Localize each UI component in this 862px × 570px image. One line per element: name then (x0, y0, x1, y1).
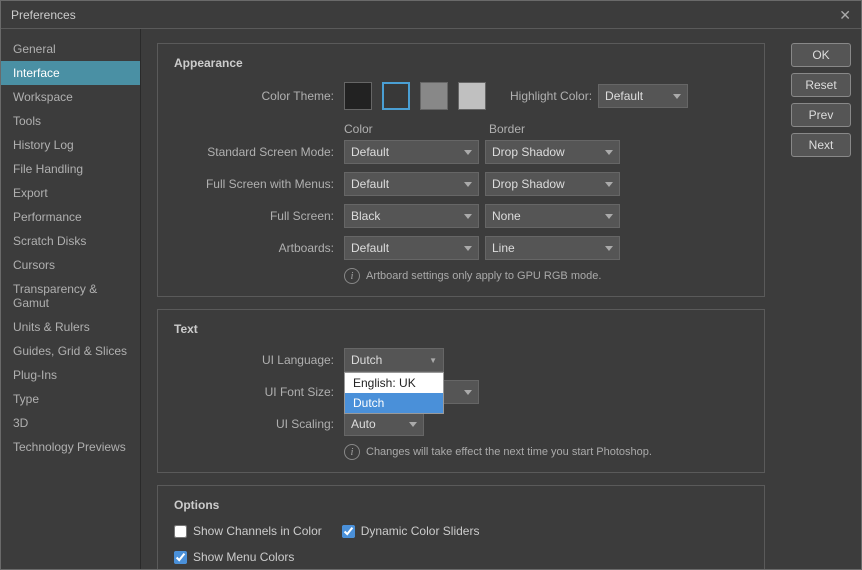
full-screen-row: Full Screen: Black None (174, 204, 748, 228)
full-screen-controls: Black None (344, 204, 620, 228)
text-section: Text UI Language: Dutch ▼ English: UK Du… (157, 309, 765, 473)
full-screen-menus-controls: Default Drop Shadow (344, 172, 620, 196)
artboards-label: Artboards: (174, 241, 344, 255)
title-bar: Preferences ✕ (1, 1, 861, 29)
changes-info-text: Changes will take effect the next time y… (366, 446, 652, 458)
text-section-title: Text (174, 322, 748, 336)
sidebar-item-cursors[interactable]: Cursors (1, 253, 140, 277)
preferences-window: Preferences ✕ General Interface Workspac… (0, 0, 862, 570)
artboard-info-icon: i (344, 268, 360, 284)
standard-screen-controls: Default Drop Shadow (344, 140, 620, 164)
ui-language-dropdown: English: UK Dutch (344, 372, 444, 414)
sidebar-item-performance[interactable]: Performance (1, 205, 140, 229)
changes-info-icon: i (344, 444, 360, 460)
close-button[interactable]: ✕ (839, 8, 851, 22)
sidebar-item-workspace[interactable]: Workspace (1, 85, 140, 109)
ok-button[interactable]: OK (791, 43, 851, 67)
button-panel: OK Reset Prev Next (781, 29, 861, 569)
window-title: Preferences (11, 8, 76, 22)
artboards-color-select[interactable]: Default (344, 236, 479, 260)
artboards-border-select[interactable]: Line (485, 236, 620, 260)
full-screen-color-select[interactable]: Black (344, 204, 479, 228)
options-section: Options Show Channels in Color Dynamic C… (157, 485, 765, 569)
full-screen-label: Full Screen: (174, 209, 344, 223)
full-screen-border-select[interactable]: None (485, 204, 620, 228)
full-screen-menus-row: Full Screen with Menus: Default Drop Sha… (174, 172, 748, 196)
sidebar-item-scratch-disks[interactable]: Scratch Disks (1, 229, 140, 253)
sidebar-item-technology-previews[interactable]: Technology Previews (1, 435, 140, 459)
dynamic-sliders-row: Dynamic Color Sliders (342, 524, 480, 538)
full-screen-menus-border-select[interactable]: Drop Shadow (485, 172, 620, 196)
col-header-color: Color (344, 122, 489, 136)
changes-info-row: i Changes will take effect the next time… (174, 444, 748, 460)
standard-screen-color-select[interactable]: Default (344, 140, 479, 164)
sidebar-item-interface[interactable]: Interface (1, 61, 140, 85)
swatch-black[interactable] (344, 82, 372, 110)
options-group-1: Show Channels in Color Dynamic Color Sli… (174, 524, 748, 544)
appearance-title: Appearance (174, 56, 748, 70)
ui-scaling-row: UI Scaling: Auto (174, 412, 748, 436)
col-header-border: Border (489, 122, 634, 136)
sidebar-item-tools[interactable]: Tools (1, 109, 140, 133)
content-area: General Interface Workspace Tools Histor… (1, 29, 861, 569)
options-section-title: Options (174, 498, 748, 512)
standard-screen-label: Standard Screen Mode: (174, 145, 344, 159)
next-button[interactable]: Next (791, 133, 851, 157)
ui-language-display[interactable]: Dutch ▼ (344, 348, 444, 372)
sidebar-item-general[interactable]: General (1, 37, 140, 61)
full-screen-menus-color-select[interactable]: Default (344, 172, 479, 196)
color-theme-label: Color Theme: (174, 89, 344, 103)
color-theme-swatches (344, 82, 490, 110)
sidebar-item-export[interactable]: Export (1, 181, 140, 205)
sidebar-item-file-handling[interactable]: File Handling (1, 157, 140, 181)
highlight-color-select[interactable]: Default (598, 84, 688, 108)
swatch-medium[interactable] (420, 82, 448, 110)
ui-scaling-label: UI Scaling: (174, 417, 344, 431)
ui-font-size-row: UI Font Size: Small Medium Large (174, 380, 748, 404)
lang-option-english[interactable]: English: UK (345, 373, 443, 393)
show-channels-label[interactable]: Show Channels in Color (193, 524, 322, 538)
reset-button[interactable]: Reset (791, 73, 851, 97)
show-menu-colors-label[interactable]: Show Menu Colors (193, 550, 294, 564)
ui-font-size-label: UI Font Size: (174, 385, 344, 399)
ui-scaling-select[interactable]: Auto (344, 412, 424, 436)
highlight-color-label: Highlight Color: (510, 89, 598, 103)
appearance-section: Appearance Color Theme: Highlight Color:… (157, 43, 765, 297)
main-content: Appearance Color Theme: Highlight Color:… (141, 29, 781, 569)
sidebar-item-guides-grid-slices[interactable]: Guides, Grid & Slices (1, 339, 140, 363)
swatch-light[interactable] (458, 82, 486, 110)
ui-language-label: UI Language: (174, 353, 344, 367)
sidebar: General Interface Workspace Tools Histor… (1, 29, 141, 569)
show-menu-colors-row: Show Menu Colors (174, 550, 748, 564)
dynamic-sliders-checkbox[interactable] (342, 525, 355, 538)
standard-screen-border-select[interactable]: Drop Shadow (485, 140, 620, 164)
artboards-row: Artboards: Default Line (174, 236, 748, 260)
sidebar-item-units-rulers[interactable]: Units & Rulers (1, 315, 140, 339)
sidebar-item-3d[interactable]: 3D (1, 411, 140, 435)
full-screen-menus-label: Full Screen with Menus: (174, 177, 344, 191)
ui-language-control: Dutch ▼ English: UK Dutch (344, 348, 444, 372)
artboards-controls: Default Line (344, 236, 620, 260)
prev-button[interactable]: Prev (791, 103, 851, 127)
sidebar-item-plug-ins[interactable]: Plug-Ins (1, 363, 140, 387)
ui-language-row: UI Language: Dutch ▼ English: UK Dutch (174, 348, 748, 372)
show-channels-row: Show Channels in Color (174, 524, 322, 538)
ui-scaling-control: Auto (344, 412, 424, 436)
show-channels-checkbox[interactable] (174, 525, 187, 538)
color-theme-row: Color Theme: Highlight Color: Default (174, 82, 748, 110)
dynamic-sliders-label[interactable]: Dynamic Color Sliders (361, 524, 480, 538)
standard-screen-row: Standard Screen Mode: Default Drop Shado… (174, 140, 748, 164)
ui-language-value: Dutch (351, 353, 382, 367)
swatch-dark[interactable] (382, 82, 410, 110)
sidebar-item-history-log[interactable]: History Log (1, 133, 140, 157)
show-menu-colors-checkbox[interactable] (174, 551, 187, 564)
lang-chevron-icon: ▼ (429, 356, 437, 365)
column-headers: Color Border (174, 122, 748, 136)
artboard-info-row: i Artboard settings only apply to GPU RG… (174, 268, 748, 284)
artboard-info-text: Artboard settings only apply to GPU RGB … (366, 270, 601, 282)
lang-option-dutch[interactable]: Dutch (345, 393, 443, 413)
sidebar-item-type[interactable]: Type (1, 387, 140, 411)
sidebar-item-transparency-gamut[interactable]: Transparency & Gamut (1, 277, 140, 315)
